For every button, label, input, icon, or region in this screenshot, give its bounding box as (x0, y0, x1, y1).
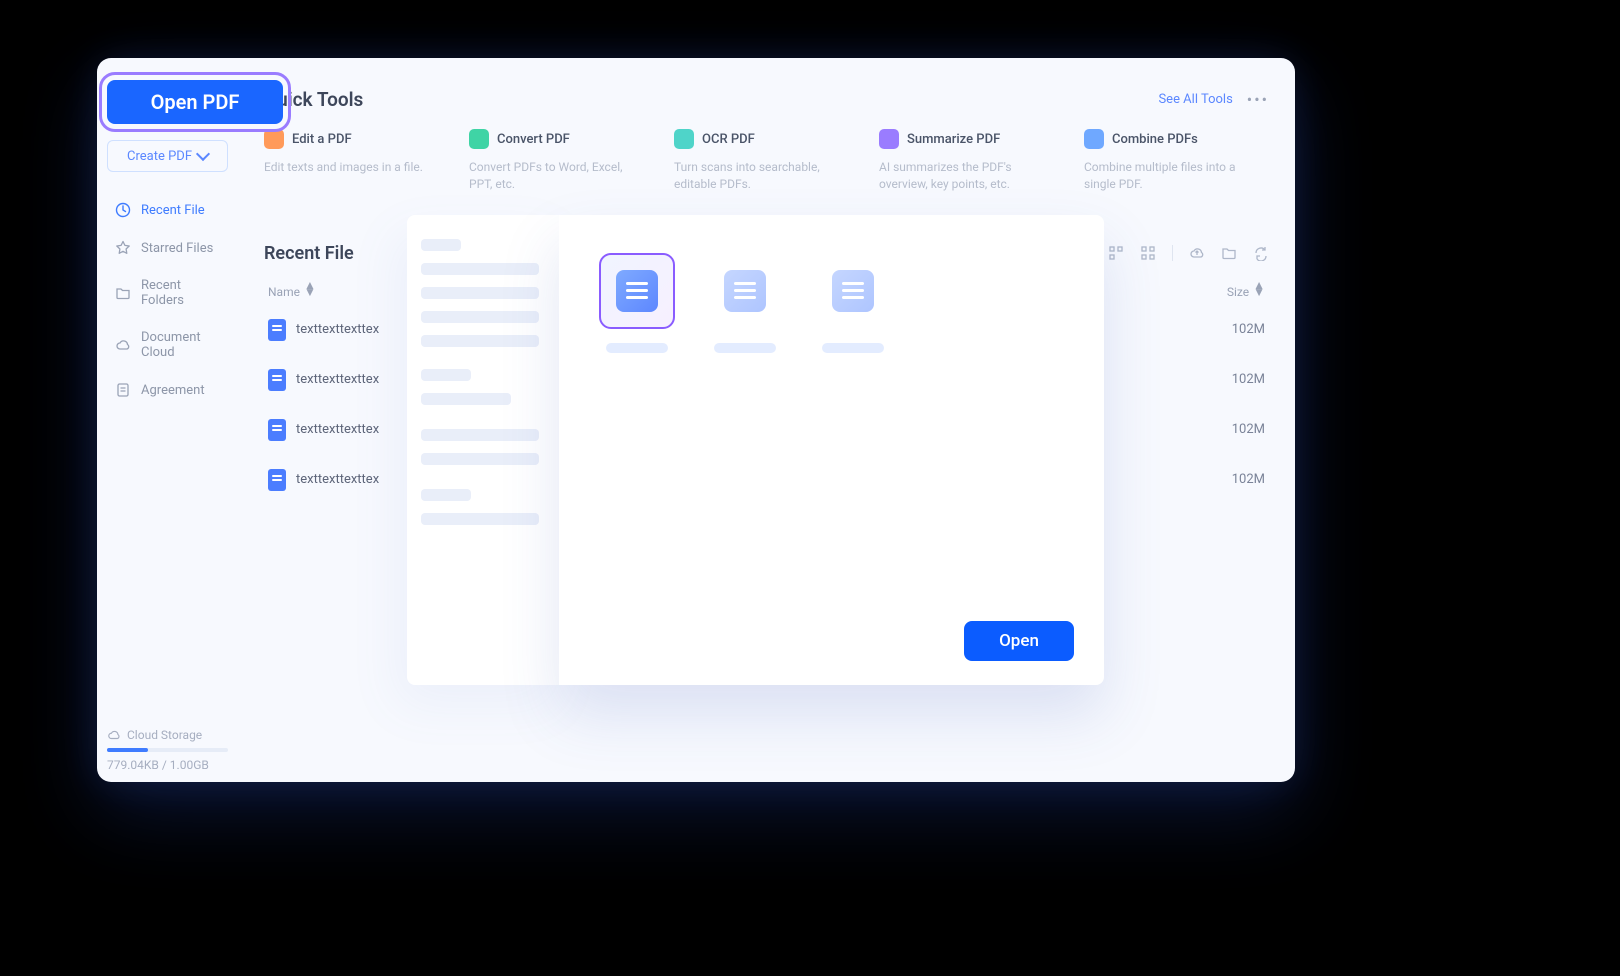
more-icon[interactable]: ••• (1247, 90, 1269, 109)
summarize-icon (879, 129, 899, 149)
tool-title: OCR PDF (702, 132, 755, 147)
open-file-dialog: Open (559, 215, 1104, 685)
placeholder (421, 239, 461, 251)
tool-title: Summarize PDF (907, 132, 1000, 147)
pdf-file-icon (268, 469, 286, 491)
placeholder (421, 287, 539, 299)
nav-label: Document Cloud (141, 330, 220, 360)
clock-icon (115, 202, 131, 218)
create-pdf-button[interactable]: Create PDF (107, 140, 228, 172)
file-size: 102M (1232, 322, 1265, 337)
sidebar-item-recent-file[interactable]: Recent File (107, 192, 228, 228)
pdf-file-icon (268, 319, 286, 341)
pdf-file-icon (268, 419, 286, 441)
document-icon (616, 270, 658, 312)
placeholder (606, 343, 668, 353)
dialog-sidepane (407, 215, 564, 685)
tool-title: Convert PDF (497, 132, 570, 147)
cloud-icon (107, 728, 121, 742)
view-grid-icon[interactable] (1140, 245, 1156, 261)
folder-icon (115, 285, 131, 301)
sort-icon: ▲▼ (1253, 282, 1265, 296)
tool-combine-pdfs[interactable]: Combine PDFs Combine multiple files into… (1084, 129, 1269, 193)
recent-file-title: Recent File (264, 243, 354, 264)
file-thumbnail[interactable] (821, 253, 885, 353)
file-thumbnails (605, 253, 1074, 353)
tool-desc: Turn scans into searchable, editable PDF… (674, 159, 844, 193)
file-name: texttexttexttex (296, 422, 379, 437)
file-size: 102M (1232, 422, 1265, 437)
tool-title: Combine PDFs (1112, 132, 1198, 147)
see-all-tools-link[interactable]: See All Tools (1158, 92, 1232, 107)
nav-label: Starred Files (141, 241, 213, 256)
placeholder (421, 429, 539, 441)
tool-desc: AI summarizes the PDF's overview, key po… (879, 159, 1049, 193)
placeholder (421, 311, 539, 323)
tool-ocr-pdf[interactable]: OCR PDF Turn scans into searchable, edit… (674, 129, 859, 193)
open-button[interactable]: Open (964, 621, 1074, 661)
convert-icon (469, 129, 489, 149)
file-size: 102M (1232, 372, 1265, 387)
tool-desc: Edit texts and images in a file. (264, 159, 434, 176)
view-list-icon[interactable] (1108, 245, 1124, 261)
tool-convert-pdf[interactable]: Convert PDF Convert PDFs to Word, Excel,… (469, 129, 654, 193)
separator (1172, 245, 1173, 261)
recent-actions (1108, 245, 1269, 261)
file-name: texttexttexttex (296, 472, 379, 487)
col-size[interactable]: Size▲▼ (1227, 282, 1265, 299)
open-pdf-button[interactable]: Open PDF (107, 80, 283, 124)
sidebar-item-agreement[interactable]: Agreement (107, 372, 228, 408)
combine-icon (1084, 129, 1104, 149)
document-icon (724, 270, 766, 312)
sidebar: Open PDF Create PDF Recent File Starred … (97, 58, 238, 782)
cloud-icon (115, 337, 131, 353)
cloud-storage-label: Cloud Storage (127, 728, 202, 742)
new-folder-icon[interactable] (1221, 245, 1237, 261)
nav-label: Recent Folders (141, 278, 220, 308)
storage-progress (107, 748, 228, 752)
create-pdf-label: Create PDF (127, 149, 192, 164)
app-window: Open PDF Create PDF Recent File Starred … (97, 58, 1295, 782)
tool-summarize-pdf[interactable]: Summarize PDF AI summarizes the PDF's ov… (879, 129, 1064, 193)
placeholder (421, 513, 539, 525)
tool-edit-pdf[interactable]: Edit a PDF Edit texts and images in a fi… (264, 129, 449, 193)
file-name: texttexttexttex (296, 372, 379, 387)
document-icon (832, 270, 874, 312)
quick-tools-header: Quick Tools See All Tools ••• (264, 88, 1269, 111)
placeholder (822, 343, 884, 353)
sidebar-item-recent-folders[interactable]: Recent Folders (107, 268, 228, 318)
edit-icon (264, 129, 284, 149)
ocr-icon (674, 129, 694, 149)
sidebar-item-document-cloud[interactable]: Document Cloud (107, 320, 228, 370)
file-thumbnail[interactable] (713, 253, 777, 353)
quick-tools-row: Edit a PDF Edit texts and images in a fi… (264, 129, 1269, 193)
placeholder (421, 453, 539, 465)
placeholder (421, 335, 539, 347)
cloud-storage-widget: Cloud Storage 779.04KB / 1.00GB (107, 728, 228, 772)
chevron-down-icon (196, 147, 210, 161)
upload-icon[interactable] (1189, 245, 1205, 261)
sidebar-nav: Recent File Starred Files Recent Folders… (107, 192, 228, 408)
tool-desc: Convert PDFs to Word, Excel, PPT, etc. (469, 159, 639, 193)
placeholder (421, 489, 471, 501)
cloud-storage-usage: 779.04KB / 1.00GB (107, 758, 228, 772)
sort-icon: ▲▼ (304, 282, 316, 296)
agreement-icon (115, 382, 131, 398)
tool-title: Edit a PDF (292, 132, 352, 147)
placeholder (714, 343, 776, 353)
col-name[interactable]: Name▲▼ (268, 282, 316, 299)
pdf-file-icon (268, 369, 286, 391)
star-icon (115, 240, 131, 256)
placeholder (421, 369, 471, 381)
sidebar-item-starred-files[interactable]: Starred Files (107, 230, 228, 266)
file-size: 102M (1232, 472, 1265, 487)
placeholder (421, 393, 511, 405)
file-name: texttexttexttex (296, 322, 379, 337)
refresh-icon[interactable] (1253, 245, 1269, 261)
nav-label: Recent File (141, 203, 205, 218)
file-thumbnail[interactable] (605, 253, 669, 353)
placeholder (421, 263, 539, 275)
nav-label: Agreement (141, 383, 205, 398)
tool-desc: Combine multiple files into a single PDF… (1084, 159, 1254, 193)
